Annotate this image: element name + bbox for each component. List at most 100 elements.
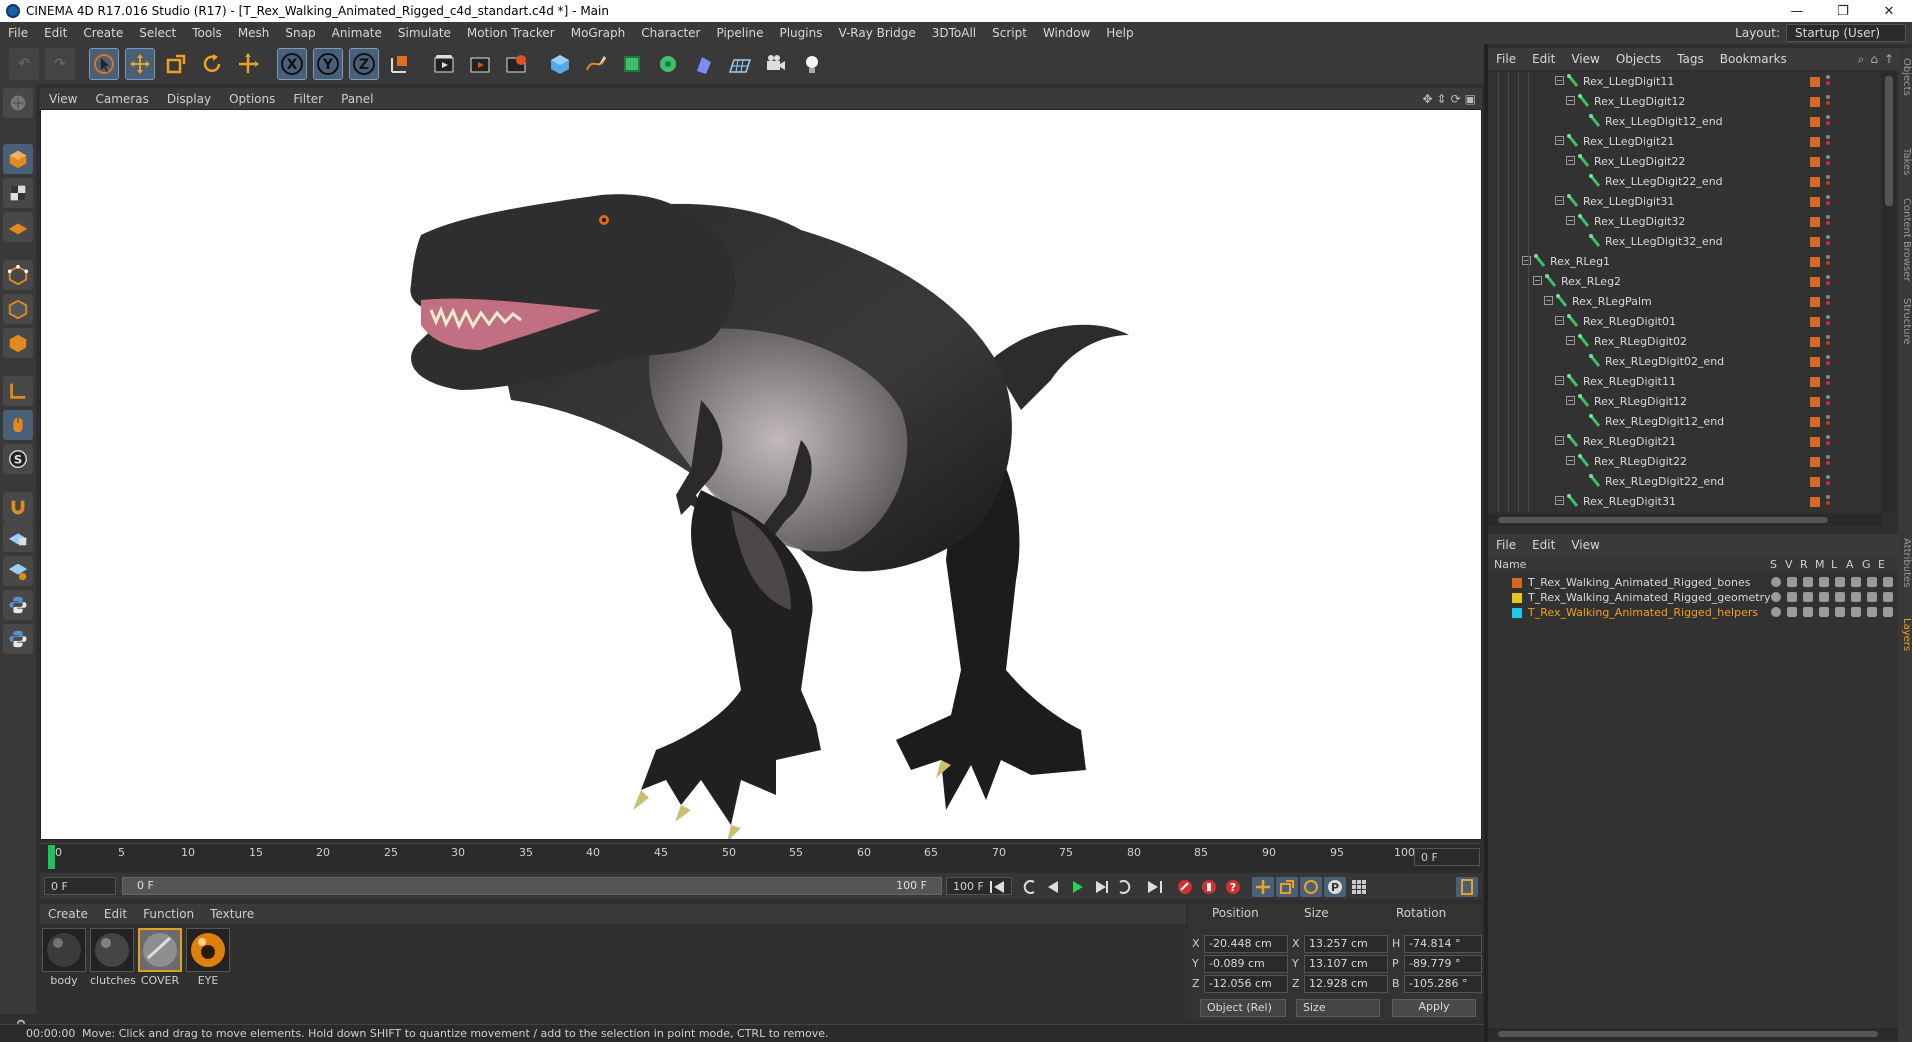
object-row[interactable]: − Rex_RLegDigit02 [1488, 332, 1880, 352]
mograph-cloner-icon[interactable] [653, 48, 683, 80]
layer-flag-column[interactable]: G [1862, 558, 1871, 571]
layer-menu-file[interactable]: File [1488, 538, 1524, 552]
viewport-menu-cameras[interactable]: Cameras [86, 92, 157, 106]
viewport-menu-display[interactable]: Display [158, 92, 220, 106]
side-tab-takes[interactable]: Takes [1898, 148, 1912, 175]
object-row[interactable]: − Rex_RLegDigit22 [1488, 452, 1880, 472]
layer-flag-column[interactable]: R [1800, 558, 1808, 571]
layer-flag-column[interactable]: M [1815, 558, 1825, 571]
layer-color-tag[interactable] [1810, 397, 1820, 407]
deformer-icon[interactable] [689, 48, 719, 80]
side-tab-content-browser[interactable]: Content Browser [1898, 198, 1912, 281]
visibility-dots[interactable] [1826, 335, 1830, 347]
undo-icon[interactable]: ↶ [9, 48, 39, 80]
frame-range-slider[interactable]: 0 F 100 F [122, 877, 942, 895]
visibility-dots[interactable] [1826, 215, 1830, 227]
home-icon[interactable]: ⌂ [1870, 52, 1878, 67]
next-frame-icon[interactable] [1090, 877, 1112, 897]
goto-prev-key-icon[interactable] [1018, 877, 1040, 897]
layer-color-tag[interactable] [1810, 257, 1820, 267]
object-row[interactable]: Rex_RLegDigit12_end [1488, 412, 1880, 432]
object-row[interactable]: Rex_LLegDigit32_end [1488, 232, 1880, 252]
material-menu-create[interactable]: Create [40, 907, 96, 921]
python-script-icon[interactable] [3, 590, 33, 620]
material-item[interactable]: clutches [90, 928, 136, 987]
visibility-dots[interactable] [1826, 355, 1830, 367]
layer-name[interactable]: T_Rex_Walking_Animated_Rigged_helpers [1528, 606, 1758, 619]
menu-file[interactable]: File [0, 26, 36, 40]
transform-tool-icon[interactable] [233, 48, 263, 80]
layer-color-tag[interactable] [1810, 337, 1820, 347]
rotation-h-field[interactable]: -74.814 ° [1404, 935, 1482, 953]
rotate-tool-icon[interactable] [197, 48, 227, 80]
visibility-dots[interactable] [1826, 155, 1830, 167]
side-tab-objects[interactable]: Objects [1898, 58, 1912, 96]
object-row[interactable]: − Rex_RLegDigit01 [1488, 312, 1880, 332]
visibility-dots[interactable] [1826, 135, 1830, 147]
menu-help[interactable]: Help [1098, 26, 1141, 40]
up-icon[interactable]: ↑ [1884, 52, 1894, 67]
layer-color-swatch[interactable] [1512, 578, 1522, 588]
material-menu-edit[interactable]: Edit [96, 907, 135, 921]
menu-tools[interactable]: Tools [184, 26, 230, 40]
menu-window[interactable]: Window [1035, 26, 1098, 40]
timeline-ruler[interactable]: 0 5 10 15 20 25 30 35 40 45 50 55 60 65 … [40, 843, 1482, 871]
layer-flag-column[interactable]: V [1785, 558, 1793, 571]
object-row[interactable]: − Rex_RLegDigit12 [1488, 392, 1880, 412]
visibility-dots[interactable] [1826, 95, 1830, 107]
model-mode-icon[interactable] [3, 144, 33, 174]
object-row[interactable]: − Rex_LLegDigit31 [1488, 192, 1880, 212]
scale-tool-icon[interactable] [161, 48, 191, 80]
layer-list-hscrollbar[interactable] [1488, 1028, 1898, 1040]
visibility-dots[interactable] [1826, 195, 1830, 207]
layer-flag-toggles[interactable] [1771, 592, 1893, 602]
collapse-toggle-icon[interactable]: − [1555, 316, 1564, 325]
rotation-b-field[interactable]: -105.286 ° [1404, 975, 1482, 993]
visibility-dots[interactable] [1826, 235, 1830, 247]
layer-menu-edit[interactable]: Edit [1524, 538, 1563, 552]
size-mode-dropdown[interactable]: Size [1296, 999, 1380, 1017]
collapse-toggle-icon[interactable]: − [1555, 376, 1564, 385]
visibility-dots[interactable] [1826, 395, 1830, 407]
menu-snap[interactable]: Snap [277, 26, 323, 40]
axis-mode-icon[interactable] [3, 376, 33, 406]
material-item[interactable]: COVER [138, 928, 182, 987]
layout-dropdown[interactable]: Startup (User) [1786, 24, 1906, 42]
side-tab-attributes[interactable]: Attributes [1898, 538, 1912, 587]
visibility-dots[interactable] [1826, 435, 1830, 447]
floor-environment-icon[interactable] [725, 48, 755, 80]
layer-color-tag[interactable] [1810, 457, 1820, 467]
object-row[interactable]: − Rex_RLeg2 [1488, 272, 1880, 292]
dolly-view-icon[interactable]: ⇕ [1437, 92, 1447, 106]
visibility-dots[interactable] [1826, 75, 1830, 87]
object-row[interactable]: − Rex_LLegDigit12 [1488, 92, 1880, 112]
collapse-toggle-icon[interactable]: − [1566, 96, 1575, 105]
size-y-field[interactable]: 13.107 cm [1304, 955, 1388, 973]
live-selection-icon[interactable] [89, 48, 119, 80]
menu-edit[interactable]: Edit [36, 26, 75, 40]
collapse-toggle-icon[interactable]: − [1566, 456, 1575, 465]
menu-simulate[interactable]: Simulate [390, 26, 459, 40]
layer-color-tag[interactable] [1810, 297, 1820, 307]
key-scale-icon[interactable] [1276, 877, 1298, 897]
play-icon[interactable] [1066, 877, 1088, 897]
layer-flag-column[interactable]: L [1831, 558, 1837, 571]
timeline-toggle-icon[interactable] [1456, 877, 1478, 897]
layer-color-tag[interactable] [1810, 137, 1820, 147]
render-to-picture-viewer-icon[interactable] [465, 48, 495, 80]
current-frame-field[interactable]: 0 F [1414, 848, 1480, 866]
3d-viewport[interactable] [40, 109, 1482, 840]
edges-mode-icon[interactable] [3, 294, 33, 324]
light-icon[interactable] [797, 48, 827, 80]
lock-workplane-icon[interactable] [3, 522, 33, 552]
visibility-dots[interactable] [1826, 495, 1830, 507]
tweak-mode-icon[interactable] [3, 410, 33, 440]
render-view-icon[interactable] [429, 48, 459, 80]
object-menu-tags[interactable]: Tags [1669, 52, 1712, 66]
x-axis-lock-icon[interactable]: X [277, 48, 307, 80]
material-menu-function[interactable]: Function [135, 907, 202, 921]
object-menu-file[interactable]: File [1488, 52, 1524, 66]
collapse-toggle-icon[interactable]: − [1522, 256, 1531, 265]
points-mode-icon[interactable] [3, 260, 33, 290]
layer-row[interactable]: T_Rex_Walking_Animated_Rigged_geometry [1488, 591, 1898, 606]
